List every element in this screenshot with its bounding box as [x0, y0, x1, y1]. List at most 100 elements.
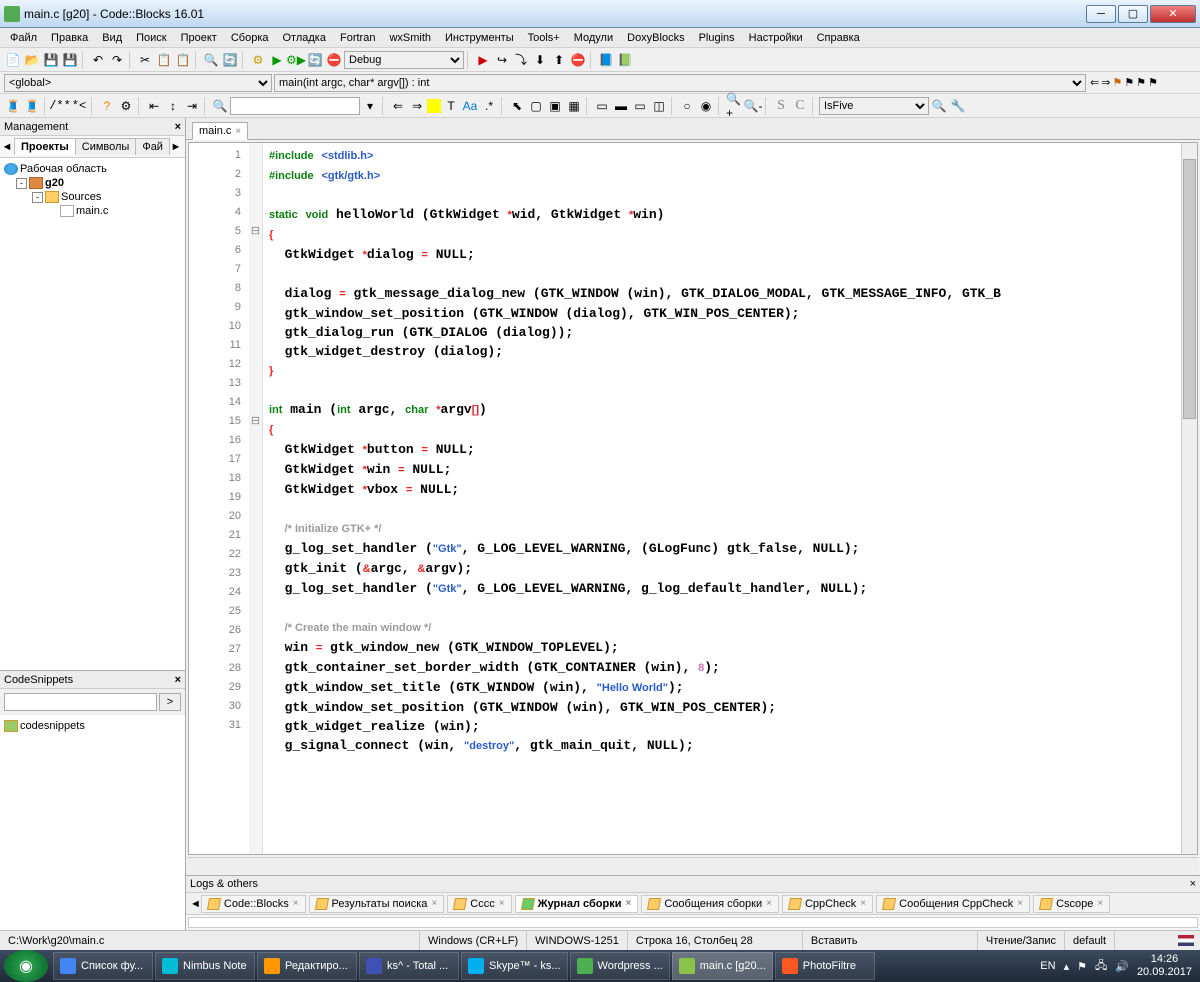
menu-tools+[interactable]: Tools+ [522, 30, 566, 46]
replace-icon[interactable]: 🔄 [221, 51, 239, 69]
maximize-button[interactable]: ▢ [1118, 5, 1148, 23]
tool3-icon[interactable]: ▭ [631, 97, 649, 115]
menu-справка[interactable]: Справка [811, 30, 866, 46]
logs-body[interactable] [188, 917, 1198, 928]
tool2-icon[interactable]: ▬ [612, 97, 630, 115]
build-target-select[interactable]: Debug [344, 51, 464, 69]
symbol-tool-icon[interactable]: 🔧 [949, 97, 967, 115]
logs-scroll-left-icon[interactable]: ◄ [190, 898, 201, 910]
zoom-out-icon[interactable]: 🔍- [744, 97, 762, 115]
taskbar-item-1[interactable]: Nimbus Note [155, 952, 255, 980]
inc-search-icon[interactable]: 🔍 [211, 97, 229, 115]
snippets-search-button[interactable]: > [159, 693, 181, 711]
bookmark-next-icon[interactable]: ⚑ [1136, 76, 1146, 89]
log-tab-close-icon[interactable]: × [1017, 898, 1023, 909]
bookmark-flag-icon[interactable]: ⚑ [1112, 76, 1122, 89]
menu-файл[interactable]: Файл [4, 30, 43, 46]
jump-fwd-icon[interactable]: ⇥ [183, 97, 201, 115]
menu-fortran[interactable]: Fortran [334, 30, 381, 46]
log-tab-2[interactable]: Cccc× [447, 895, 511, 913]
tree-sources[interactable]: Sources [61, 191, 101, 203]
tray-network-icon[interactable]: 🖧 [1095, 957, 1107, 976]
tab-scroll-right-icon[interactable]: ► [169, 141, 183, 153]
nav-back-icon[interactable]: ⇐ [1090, 76, 1099, 89]
menu-модули[interactable]: Модули [568, 30, 619, 46]
log-tab-close-icon[interactable]: × [293, 898, 299, 909]
editor[interactable]: 1234567891011121314151617181920212223242… [188, 142, 1198, 855]
s-icon[interactable]: S [772, 97, 790, 115]
tab-files[interactable]: Фай [135, 138, 170, 155]
tab-symbols[interactable]: Символы [75, 138, 137, 155]
build-icon[interactable]: ⚙ [249, 51, 267, 69]
snippets-close-icon[interactable]: × [175, 674, 181, 686]
rebuild-icon[interactable]: 🔄 [306, 51, 324, 69]
taskbar-item-7[interactable]: PhotoFiltre [775, 952, 875, 980]
run-icon[interactable]: ▶ [268, 51, 286, 69]
inc-search-input[interactable] [230, 97, 360, 115]
comment-icon[interactable]: /** [51, 97, 69, 115]
debug-stop-icon[interactable]: ⛔ [569, 51, 587, 69]
tree-file-mainc[interactable]: main.c [76, 205, 108, 217]
hl-text-icon[interactable]: T [442, 97, 460, 115]
box3-icon[interactable]: ▦ [565, 97, 583, 115]
log-tab-close-icon[interactable]: × [431, 898, 437, 909]
thread2-icon[interactable]: 🧵 [23, 97, 41, 115]
log-tab-7[interactable]: Cscope× [1033, 895, 1110, 913]
step-over-icon[interactable]: ⤵ [512, 51, 530, 69]
hl-prev-icon[interactable]: ⇐ [389, 97, 407, 115]
menu-вид[interactable]: Вид [96, 30, 128, 46]
jump-back-icon[interactable]: ⇤ [145, 97, 163, 115]
cut-icon[interactable]: ✂ [136, 51, 154, 69]
config-icon[interactable]: ⚙ [117, 97, 135, 115]
redo-icon[interactable]: ↷ [108, 51, 126, 69]
log-tab-close-icon[interactable]: × [766, 898, 772, 909]
tool4-icon[interactable]: ◫ [650, 97, 668, 115]
build-run-icon[interactable]: ⚙▶ [287, 51, 305, 69]
code-area[interactable]: #include <stdlib.h> #include <gtk/gtk.h>… [263, 143, 1181, 854]
log-tab-close-icon[interactable]: × [626, 898, 632, 909]
log-tab-close-icon[interactable]: × [860, 898, 866, 909]
symbol-go-icon[interactable]: 🔍 [930, 97, 948, 115]
dropdown-icon[interactable]: ▾ [361, 97, 379, 115]
file-tab-close-icon[interactable]: × [235, 126, 241, 137]
menu-инструменты[interactable]: Инструменты [439, 30, 520, 46]
log-tab-close-icon[interactable]: × [1097, 898, 1103, 909]
log-tab-5[interactable]: CppCheck× [782, 895, 873, 913]
tree-project[interactable]: g20 [45, 177, 64, 189]
select-icon[interactable]: ⬉ [508, 97, 526, 115]
lang-flag-icon[interactable] [1178, 935, 1194, 946]
c-icon[interactable]: C [791, 97, 809, 115]
undo-icon[interactable]: ↶ [89, 51, 107, 69]
save-all-icon[interactable]: 💾 [61, 51, 79, 69]
step-out-icon[interactable]: ⬆ [550, 51, 568, 69]
help-icon[interactable]: ? [98, 97, 116, 115]
nav-fwd-icon[interactable]: ⇒ [1101, 76, 1110, 89]
log-tab-6[interactable]: Сообщения CppCheck× [876, 895, 1030, 913]
open-icon[interactable]: 📂 [23, 51, 41, 69]
taskbar-item-5[interactable]: Wordpress ... [570, 952, 670, 980]
file-tab-mainc[interactable]: main.c × [192, 122, 248, 140]
minimize-button[interactable]: ─ [1086, 5, 1116, 23]
tool1-icon[interactable]: ▭ [593, 97, 611, 115]
hl-next-icon[interactable]: ⇒ [408, 97, 426, 115]
menu-проект[interactable]: Проект [175, 30, 223, 46]
logs-close-icon[interactable]: × [1190, 878, 1196, 890]
taskbar-item-4[interactable]: Skype™ - ks... [461, 952, 568, 980]
menu-сборка[interactable]: Сборка [225, 30, 275, 46]
menu-plugins[interactable]: Plugins [693, 30, 741, 46]
tray-up-icon[interactable]: ▴ [1064, 960, 1070, 973]
tray-flag-icon[interactable]: ⚑ [1077, 960, 1087, 973]
project-tree[interactable]: Рабочая область -g20 -Sources main.c [0, 158, 185, 670]
box2-icon[interactable]: ▣ [546, 97, 564, 115]
circle1-icon[interactable]: ○ [678, 97, 696, 115]
vertical-scrollbar[interactable] [1181, 143, 1197, 854]
menu-правка[interactable]: Правка [45, 30, 94, 46]
box1-icon[interactable]: ▢ [527, 97, 545, 115]
menu-отладка[interactable]: Отладка [277, 30, 332, 46]
clock[interactable]: 14:26 20.09.2017 [1137, 953, 1192, 979]
start-button[interactable]: ◉ [4, 950, 48, 982]
taskbar-item-3[interactable]: ks^ - Total ... [359, 952, 459, 980]
log-tab-3[interactable]: Журнал сборки× [515, 895, 639, 913]
debug-continue-icon[interactable]: ↪ [493, 51, 511, 69]
snippets-root[interactable]: codesnippets [20, 720, 85, 732]
